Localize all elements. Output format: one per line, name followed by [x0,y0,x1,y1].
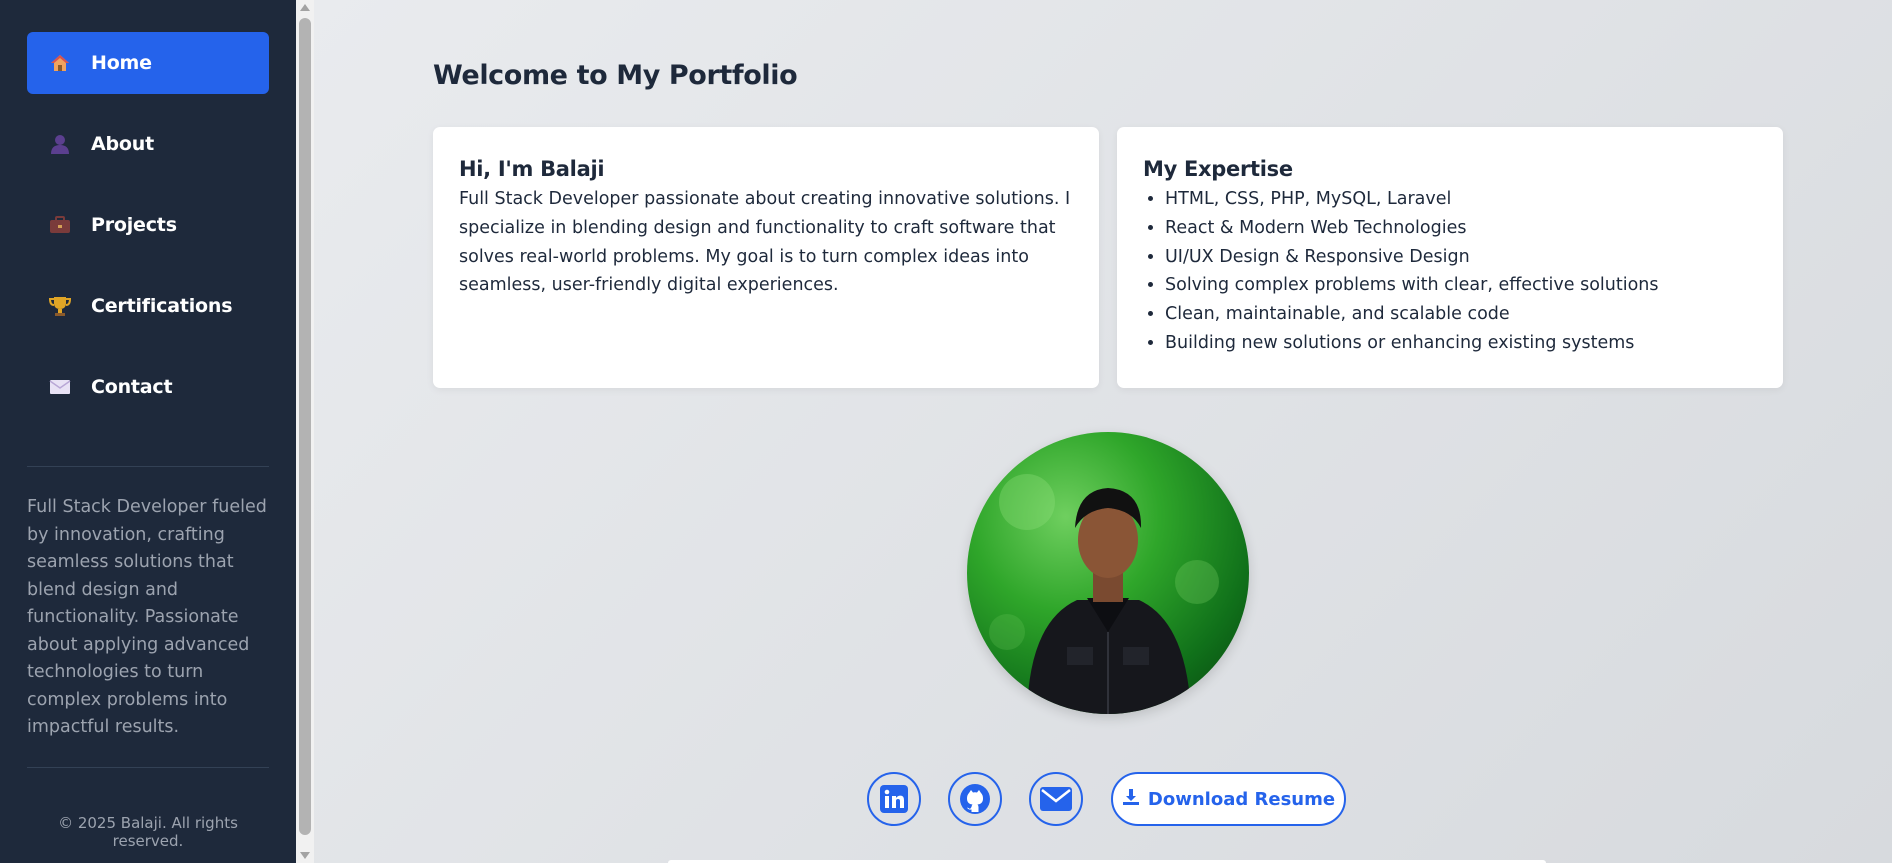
briefcase-icon [49,215,75,235]
sidebar-divider [27,466,269,467]
copyright-footer: © 2025 Balaji. All rights reserved. [58,814,238,850]
profile-photo [967,432,1249,714]
email-icon [1040,787,1072,811]
sidebar-bio: Full Stack Developer fueled by innovatio… [27,497,267,737]
envelope-icon [49,377,75,397]
list-item: Solving complex problems with clear, eff… [1165,271,1757,300]
person-silhouette [989,474,1219,714]
expertise-title: My Expertise [1143,157,1293,181]
main-content: Welcome to My Portfolio Hi, I'm Balaji F… [314,0,1892,863]
sidebar-nav: Home About Projects Certifications Conta… [0,0,296,418]
intro-text: Full Stack Developer passionate about cr… [459,189,1071,296]
list-item: React & Modern Web Technologies [1165,214,1757,243]
page-title: Welcome to My Portfolio [433,60,798,91]
sidebar-item-certifications[interactable]: Certifications [27,275,269,337]
github-button[interactable] [948,772,1002,826]
scroll-up-arrow-icon[interactable] [300,4,310,11]
scroll-down-arrow-icon[interactable] [300,852,310,859]
scrollbar[interactable] [296,0,314,863]
sidebar-item-label: Contact [91,376,173,398]
download-resume-button[interactable]: Download Resume [1111,772,1346,826]
intro-card: Hi, I'm Balaji Full Stack Developer pass… [433,127,1099,388]
sidebar-divider [27,767,269,768]
sidebar-item-label: Home [91,52,152,74]
list-item: Clean, maintainable, and scalable code [1165,300,1757,329]
house-icon [49,53,75,73]
trophy-icon [48,296,75,316]
sidebar: Home About Projects Certifications Conta… [0,0,296,863]
sidebar-item-about[interactable]: About [27,113,269,175]
list-item: Building new solutions or enhancing exis… [1165,329,1757,358]
list-item: UI/UX Design & Responsive Design [1165,243,1757,272]
expertise-card: My Expertise HTML, CSS, PHP, MySQL, Lara… [1117,127,1783,388]
list-item: HTML, CSS, PHP, MySQL, Laravel [1165,185,1757,214]
expertise-list: HTML, CSS, PHP, MySQL, Laravel React & M… [1143,185,1757,358]
sidebar-item-label: About [91,133,154,155]
github-icon [960,784,990,814]
sidebar-item-label: Projects [91,214,177,236]
sidebar-item-contact[interactable]: Contact [27,356,269,418]
sidebar-item-label: Certifications [91,295,233,317]
scroll-thumb[interactable] [299,18,311,835]
download-icon [1122,788,1140,811]
email-button[interactable] [1029,772,1083,826]
sidebar-item-projects[interactable]: Projects [27,194,269,256]
linkedin-button[interactable] [867,772,921,826]
linkedin-icon [880,785,908,813]
intro-title: Hi, I'm Balaji [459,157,605,181]
sidebar-item-home[interactable]: Home [27,32,269,94]
download-resume-label: Download Resume [1147,788,1336,810]
person-icon [49,134,75,154]
